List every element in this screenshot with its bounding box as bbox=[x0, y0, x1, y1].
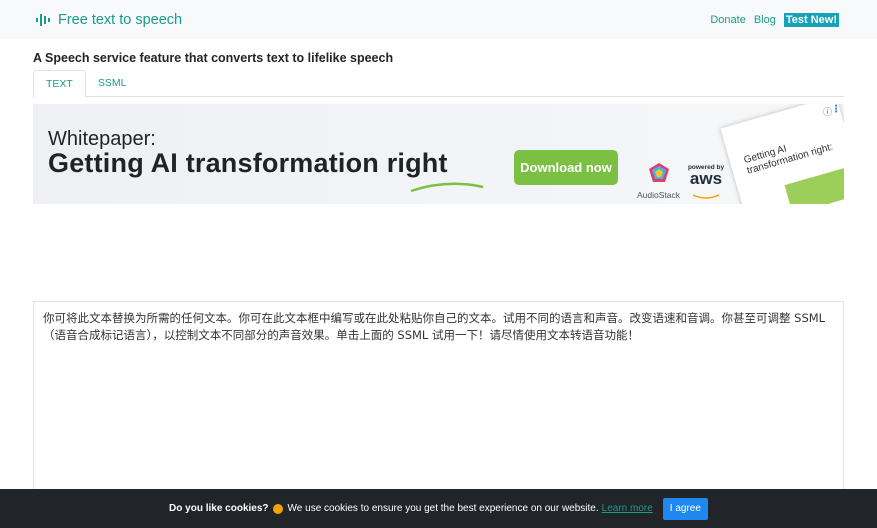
aws-wordmark: aws bbox=[689, 169, 723, 188]
test-new-link[interactable]: Test New! bbox=[783, 12, 839, 27]
swoosh-decoration bbox=[410, 182, 484, 193]
audiostack-label: AudioStack bbox=[637, 190, 680, 200]
cookie-question: Do you like cookies? bbox=[169, 503, 269, 514]
blog-link[interactable]: Blog bbox=[754, 14, 776, 26]
text-input-area[interactable]: 你可将此文本替换为所需的任何文本。你可在此文本框中编写或在此处粘贴你自己的文本。… bbox=[33, 301, 844, 501]
navbar: Free text to speech Donate Blog Test New… bbox=[0, 0, 877, 39]
aws-logo: powered by aws bbox=[685, 164, 727, 204]
aws-smile-icon bbox=[692, 194, 720, 199]
whitepaper-cover-graphic bbox=[784, 163, 844, 204]
whitepaper-cover: Getting AI transformation right: bbox=[720, 104, 844, 204]
brand-link[interactable]: Free text to speech bbox=[36, 12, 182, 28]
audiostack-icon bbox=[648, 163, 669, 182]
ad-headline: Getting AI transformation right bbox=[48, 148, 448, 178]
brand-name: Free text to speech bbox=[58, 11, 183, 28]
whitepaper-cover-title: Getting AI transformation right: bbox=[742, 141, 835, 177]
cookie-message: We use cookies to ensure you get the bes… bbox=[287, 503, 599, 514]
cookie-banner: Do you like cookies? We use cookies to e… bbox=[0, 489, 877, 528]
tab-ssml[interactable]: SSML bbox=[86, 70, 139, 97]
soundwave-icon bbox=[36, 13, 50, 26]
cookie-emoji-icon bbox=[272, 503, 283, 514]
ad-banner[interactable]: Whitepaper: Getting AI transformation ri… bbox=[33, 104, 844, 204]
tab-text[interactable]: TEXT bbox=[33, 70, 86, 98]
nav-links: Donate Blog Test New! bbox=[710, 12, 839, 27]
ad-download-button[interactable]: Download now bbox=[514, 150, 618, 185]
kebab-menu-icon[interactable]: ⋮ bbox=[831, 104, 841, 115]
tab-bar: TEXT SSML bbox=[33, 70, 844, 98]
audiostack-logo: AudioStack bbox=[636, 162, 681, 200]
learn-more-link[interactable]: Learn more bbox=[602, 503, 653, 514]
page-title: A Speech service feature that converts t… bbox=[33, 51, 394, 65]
agree-button[interactable]: I agree bbox=[662, 497, 708, 520]
donate-link[interactable]: Donate bbox=[710, 14, 745, 26]
